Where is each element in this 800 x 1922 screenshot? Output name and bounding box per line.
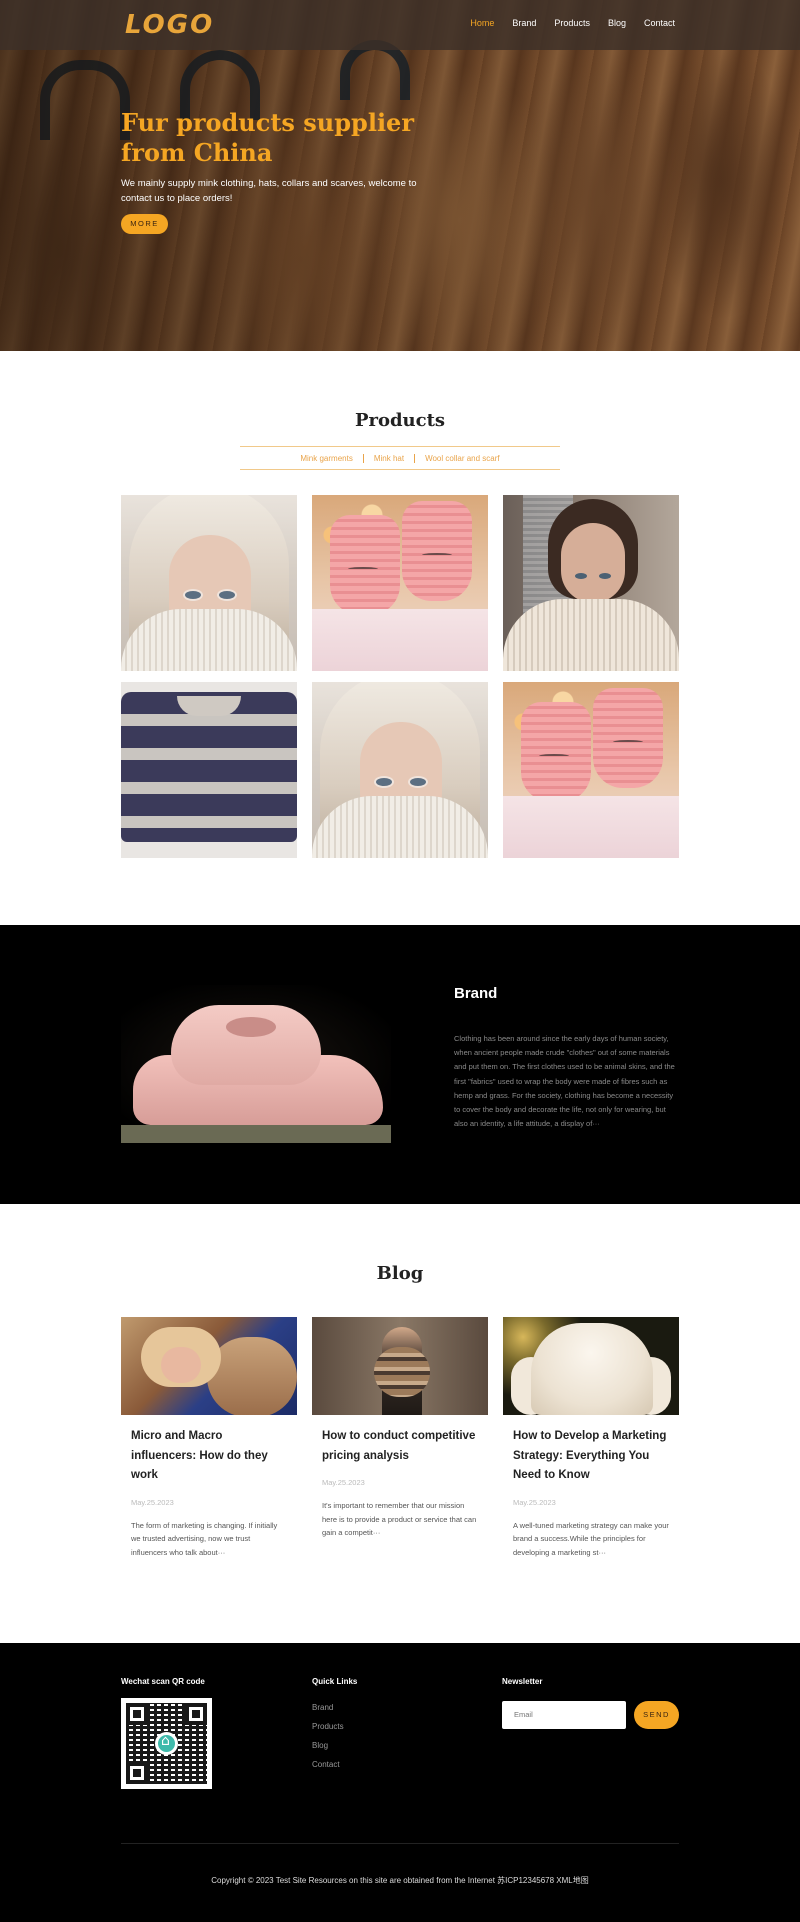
blog-image[interactable] — [121, 1317, 297, 1415]
tab-wool-collar-scarf[interactable]: Wool collar and scarf — [414, 453, 510, 463]
more-button[interactable]: MORE — [121, 214, 168, 234]
blog-title[interactable]: How to conduct competitive pricing analy… — [322, 1427, 478, 1466]
blog-excerpt: The form of marketing is changing. If in… — [131, 1520, 278, 1557]
blog-card[interactable]: How to Develop a Marketing Strategy: Eve… — [503, 1317, 679, 1559]
site-logo[interactable]: LOGO — [125, 10, 214, 40]
footer-divider — [121, 1843, 679, 1844]
product-image[interactable] — [312, 495, 488, 671]
footer-link-blog[interactable]: Blog — [312, 1741, 328, 1750]
footer-link-brand[interactable]: Brand — [312, 1703, 333, 1712]
send-button[interactable]: SEND — [634, 1701, 679, 1729]
footer-link-contact[interactable]: Contact — [312, 1760, 340, 1769]
newsletter-heading: Newsletter — [502, 1677, 543, 1686]
hero-subtitle: We mainly supply mink clothing, hats, co… — [121, 178, 417, 204]
site-footer: Wechat scan QR code Quick Links Brand Pr… — [0, 1643, 800, 1922]
nav-brand[interactable]: Brand — [512, 18, 536, 28]
blog-date: May.25.2023 — [513, 1497, 556, 1507]
product-image[interactable] — [503, 682, 679, 858]
blog-title[interactable]: How to Develop a Marketing Strategy: Eve… — [513, 1427, 669, 1486]
hero-banner: LOGO Home Brand Products Blog Contact Fu… — [0, 0, 800, 351]
blog-heading: Blog — [376, 1263, 424, 1284]
blog-excerpt: It's important to remember that our miss… — [322, 1501, 477, 1537]
nav-blog[interactable]: Blog — [608, 18, 626, 28]
brand-description: Clothing has been around since the early… — [454, 1034, 675, 1129]
wechat-qr-code — [121, 1698, 212, 1789]
products-category-tabs: Mink garments Mink hat Wool collar and s… — [240, 446, 560, 470]
tab-mink-hat[interactable]: Mink hat — [362, 453, 414, 463]
blog-card[interactable]: Micro and Macro influencers: How do they… — [121, 1317, 297, 1559]
email-input[interactable] — [502, 1701, 626, 1729]
nav-contact[interactable]: Contact — [644, 18, 675, 28]
qr-heading: Wechat scan QR code — [121, 1677, 205, 1686]
hero-title: Fur products supplier from China — [121, 108, 414, 167]
copyright-text: Copyright © 2023 Test Site Resources on … — [211, 1876, 589, 1885]
blog-date: May.25.2023 — [131, 1497, 174, 1507]
nav-products[interactable]: Products — [554, 18, 590, 28]
nav-home[interactable]: Home — [470, 18, 494, 28]
tab-mink-garments[interactable]: Mink garments — [290, 454, 362, 463]
quick-links-heading: Quick Links — [312, 1677, 358, 1686]
product-image[interactable] — [121, 682, 297, 858]
products-heading: Products — [354, 410, 446, 431]
blog-card[interactable]: How to conduct competitive pricing analy… — [312, 1317, 488, 1540]
blog-title[interactable]: Micro and Macro influencers: How do they… — [131, 1427, 287, 1486]
product-image[interactable] — [312, 682, 488, 858]
home-icon — [155, 1732, 178, 1755]
nav-links: Home Brand Products Blog Contact — [470, 18, 675, 28]
brand-image — [121, 985, 391, 1143]
brand-section: Brand Clothing has been around since the… — [0, 925, 800, 1204]
blog-date: May.25.2023 — [322, 1478, 365, 1487]
footer-link-products[interactable]: Products — [312, 1722, 344, 1731]
top-navbar: LOGO Home Brand Products Blog Contact — [0, 0, 800, 50]
blog-image[interactable] — [312, 1317, 488, 1415]
brand-heading: Brand — [454, 985, 498, 1002]
product-image[interactable] — [121, 495, 297, 671]
blog-excerpt: A well-tuned marketing strategy can make… — [513, 1520, 669, 1557]
product-image[interactable] — [503, 495, 679, 671]
blog-image[interactable] — [503, 1317, 679, 1415]
